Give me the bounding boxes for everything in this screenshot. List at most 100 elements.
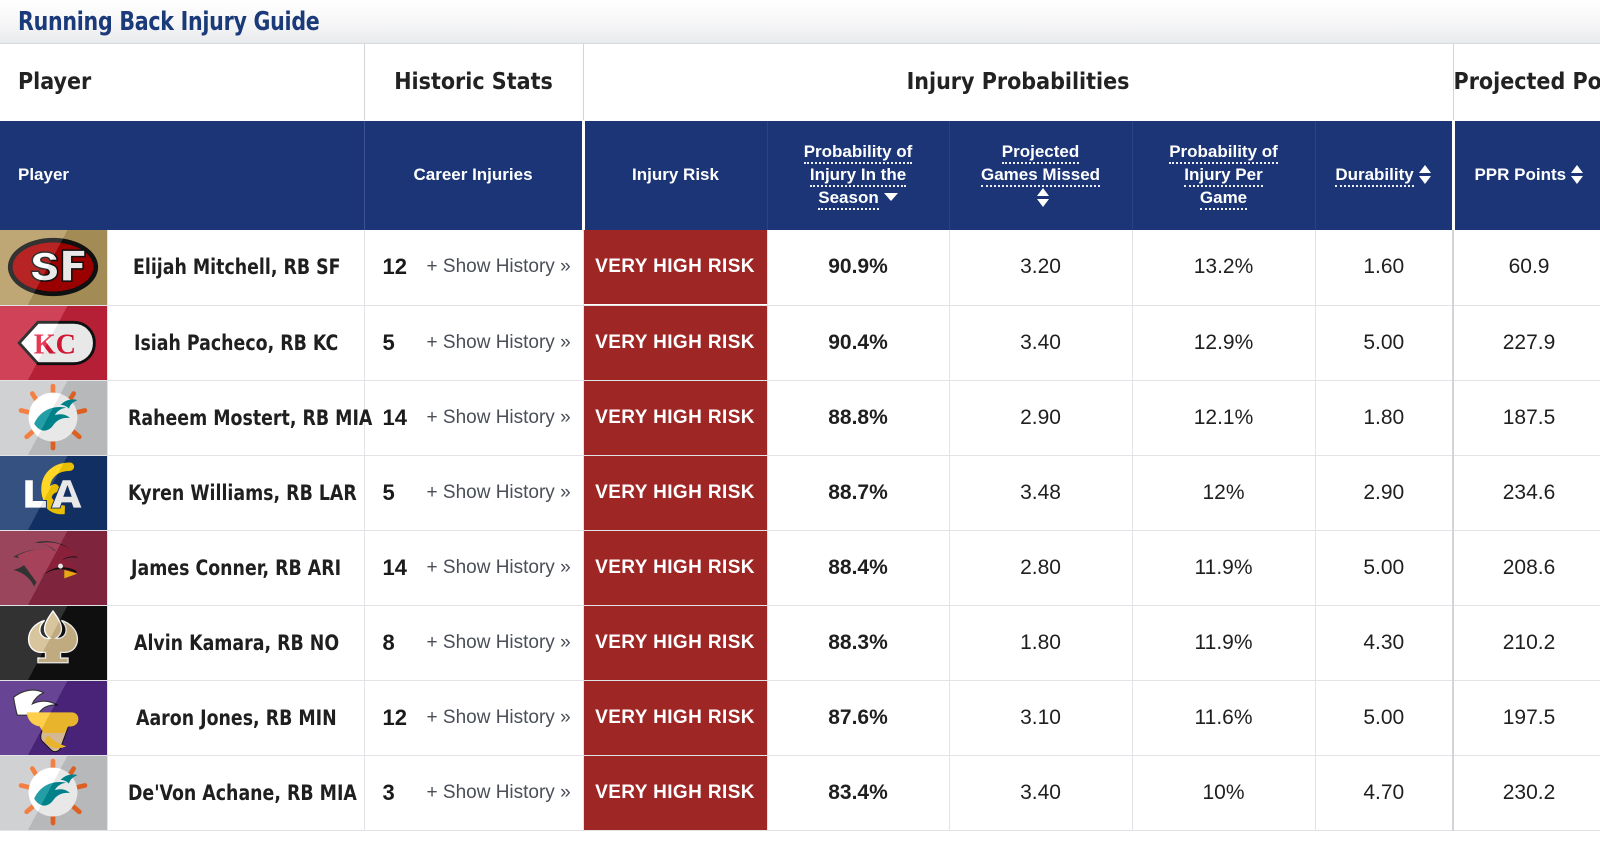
table-row[interactable]: Elijah Mitchell, RB SF 12 + Show History »… xyxy=(0,230,1600,306)
sort-toggle-icon[interactable] xyxy=(1571,164,1584,184)
games-missed-cell: 3.10 xyxy=(949,680,1133,756)
col-header-ppr-points-label: PPR Points xyxy=(1474,164,1567,184)
player-name: Isiah Pacheco, RB KC xyxy=(134,330,339,355)
show-history-link[interactable]: + Show History » xyxy=(427,707,571,729)
player-name-cell[interactable]: Aaron Jones, RB MIN xyxy=(107,680,365,756)
injury-risk-cell: VERY HIGH RISK xyxy=(583,305,768,381)
table-row[interactable]: KC Isiah Pacheco, RB KC 5 + Show History » V… xyxy=(0,305,1600,381)
career-injuries-count: 5 xyxy=(382,329,395,355)
col-header-games-missed-line2: Games Missed xyxy=(980,164,1101,187)
col-header-prob-per-game[interactable]: Probability of Injury Per Game xyxy=(1132,120,1316,230)
injury-guide-page: Running Back Injury Guide Player Histori… xyxy=(0,0,1600,847)
table-row[interactable]: James Conner, RB ARI 14 + Show History » VE… xyxy=(0,530,1600,606)
durability-cell: 5.00 xyxy=(1315,305,1454,381)
player-name-cell[interactable]: Kyren Williams, RB LAR xyxy=(107,455,365,531)
col-header-injury-risk[interactable]: Injury Risk xyxy=(581,120,768,230)
col-header-prob-per-game-line2: Injury Per xyxy=(1184,164,1263,187)
durability-cell: 1.80 xyxy=(1315,380,1454,456)
table-body: Elijah Mitchell, RB SF 12 + Show History »… xyxy=(0,230,1600,831)
career-injuries-cell: 5 + Show History » xyxy=(364,455,584,531)
group-header-historic: Historic Stats xyxy=(364,44,584,121)
show-history-link[interactable]: + Show History » xyxy=(427,407,571,429)
risk-badge: VERY HIGH RISK xyxy=(583,305,767,380)
col-header-games-missed-line1: Projected xyxy=(1001,142,1080,165)
durability-cell: 5.00 xyxy=(1315,530,1454,606)
career-injuries-cell: 3 + Show History » xyxy=(364,755,584,831)
show-history-link[interactable]: + Show History » xyxy=(427,632,571,654)
prob-season-cell: 88.4% xyxy=(766,530,950,606)
page-title: Running Back Injury Guide xyxy=(18,6,320,37)
player-name: Raheem Mostert, RB MIA xyxy=(127,405,372,430)
player-name: Kyren Williams, RB LAR xyxy=(127,480,357,505)
show-history-link[interactable]: + Show History » xyxy=(427,482,571,504)
table-row[interactable]: Kyren Williams, RB LAR 5 + Show History » V… xyxy=(0,455,1600,531)
prob-season-cell: 90.4% xyxy=(766,305,950,381)
show-history-link[interactable]: + Show History » xyxy=(427,557,571,579)
ppr-points-cell: 60.9 xyxy=(1452,230,1600,306)
table-row[interactable]: Aaron Jones, RB MIN 12 + Show History » VER… xyxy=(0,680,1600,756)
prob-per-game-cell: 10% xyxy=(1132,755,1316,831)
table-row[interactable]: Raheem Mostert, RB MIA 14 + Show History »… xyxy=(0,380,1600,456)
col-header-career-injuries[interactable]: Career Injuries xyxy=(364,120,584,230)
prob-season-cell: 83.4% xyxy=(766,755,950,831)
sort-toggle-icon[interactable] xyxy=(1418,164,1432,184)
table-row[interactable]: Alvin Kamara, RB NO 8 + Show History » VERY… xyxy=(0,605,1600,681)
risk-badge: VERY HIGH RISK xyxy=(583,605,767,680)
prob-per-game-cell: 11.9% xyxy=(1132,605,1316,681)
col-header-prob-season[interactable]: Probability of Injury In the Season xyxy=(767,120,950,230)
show-history-link[interactable]: + Show History » xyxy=(427,332,571,354)
show-history-link[interactable]: + Show History » xyxy=(427,782,571,804)
risk-badge: VERY HIGH RISK xyxy=(583,230,767,305)
player-name-cell[interactable]: Isiah Pacheco, RB KC xyxy=(107,305,365,381)
prob-per-game-cell: 12.9% xyxy=(1132,305,1316,381)
games-missed-cell: 3.48 xyxy=(949,455,1133,531)
prob-season-cell: 88.3% xyxy=(766,605,950,681)
prob-per-game-cell: 11.9% xyxy=(1132,530,1316,606)
player-name-cell[interactable]: De'Von Achane, RB MIA xyxy=(107,755,365,831)
table-row[interactable]: De'Von Achane, RB MIA 3 + Show History » VE… xyxy=(0,755,1600,831)
prob-season-cell: 90.9% xyxy=(766,230,950,306)
player-name-cell[interactable]: Raheem Mostert, RB MIA xyxy=(107,380,372,456)
career-injuries-count: 12 xyxy=(382,704,407,730)
team-logo-cell xyxy=(0,455,108,531)
col-header-player[interactable]: Player xyxy=(0,120,365,230)
career-injuries-cell: 12 + Show History » xyxy=(364,680,584,756)
ppr-points-cell: 197.5 xyxy=(1452,680,1600,756)
injury-risk-cell: VERY HIGH RISK xyxy=(583,680,768,756)
career-injuries-count: 8 xyxy=(382,629,395,655)
prob-per-game-cell: 12.1% xyxy=(1132,380,1316,456)
col-header-prob-per-game-line3: Game xyxy=(1199,187,1248,210)
player-name-cell[interactable]: Elijah Mitchell, RB SF xyxy=(107,230,365,306)
prob-season-cell: 87.6% xyxy=(766,680,950,756)
games-missed-cell: 3.40 xyxy=(949,755,1133,831)
risk-badge: VERY HIGH RISK xyxy=(583,680,767,755)
prob-per-game-cell: 11.6% xyxy=(1132,680,1316,756)
durability-cell: 4.30 xyxy=(1315,605,1454,681)
career-injuries-count: 12 xyxy=(382,254,407,280)
group-header-probabilities: Injury Probabilities xyxy=(583,44,1454,121)
player-name-cell[interactable]: James Conner, RB ARI xyxy=(107,530,365,606)
risk-badge: VERY HIGH RISK xyxy=(583,455,767,530)
col-header-prob-per-game-line1: Probability of xyxy=(1169,142,1278,165)
career-injuries-cell: 8 + Show History » xyxy=(364,605,584,681)
ppr-points-cell: 210.2 xyxy=(1452,605,1600,681)
career-injuries-count: 14 xyxy=(382,554,407,580)
durability-cell: 2.90 xyxy=(1315,455,1454,531)
team-logo-cell xyxy=(0,755,108,831)
group-header-points: Projected Points xyxy=(1453,44,1600,121)
team-logo-cell xyxy=(0,530,108,606)
games-missed-cell: 1.80 xyxy=(949,605,1133,681)
injury-risk-cell: VERY HIGH RISK xyxy=(583,530,768,606)
games-missed-cell: 3.20 xyxy=(949,230,1133,306)
col-header-games-missed[interactable]: Projected Games Missed xyxy=(949,120,1133,230)
games-missed-cell: 2.90 xyxy=(949,380,1133,456)
player-name-cell[interactable]: Alvin Kamara, RB NO xyxy=(107,605,365,681)
show-history-link[interactable]: + Show History » xyxy=(427,256,571,278)
col-header-prob-season-line2: Injury In the xyxy=(809,164,907,187)
injury-risk-cell: VERY HIGH RISK xyxy=(583,380,768,456)
prob-per-game-cell: 13.2% xyxy=(1132,230,1316,306)
sort-desc-caret-icon[interactable] xyxy=(883,193,898,202)
col-header-ppr-points[interactable]: PPR Points xyxy=(1451,120,1600,230)
col-header-durability[interactable]: Durability xyxy=(1315,120,1454,230)
sort-toggle-icon[interactable] xyxy=(1036,187,1050,207)
